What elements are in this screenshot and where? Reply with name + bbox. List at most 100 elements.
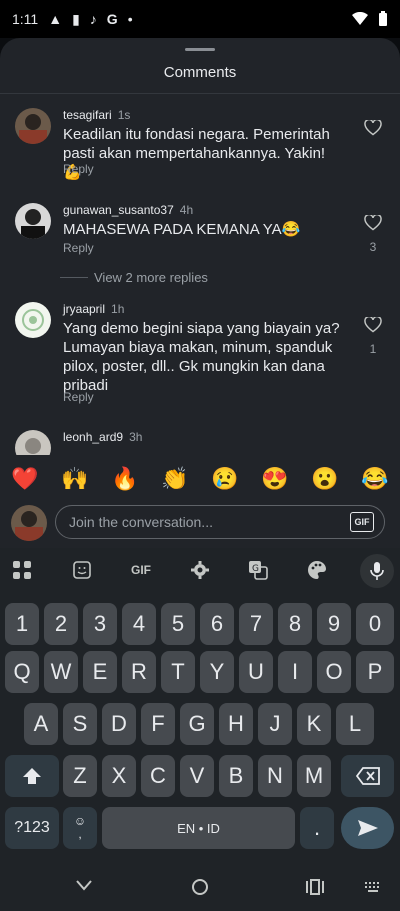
reply-button[interactable]: Reply bbox=[63, 162, 94, 176]
emoji-clap[interactable]: 👏 bbox=[161, 466, 188, 492]
keyboard: GIF G 1 2 3 4 5 6 7 8 9 0 Q W E R T Y U … bbox=[0, 548, 400, 911]
key-e[interactable]: E bbox=[83, 651, 117, 693]
user-avatar bbox=[11, 505, 47, 541]
emoji-cry[interactable]: 😢 bbox=[211, 466, 238, 492]
comment-username[interactable]: tesagifari bbox=[63, 108, 112, 122]
emoji-heart[interactable]: ❤️ bbox=[11, 466, 38, 492]
key-o[interactable]: O bbox=[317, 651, 351, 693]
home-icon[interactable] bbox=[191, 878, 209, 896]
comment-username[interactable]: leonh_ard9 bbox=[63, 430, 123, 444]
svg-text:G: G bbox=[252, 564, 259, 574]
sticker-icon[interactable] bbox=[70, 558, 94, 582]
status-time: 1:11 bbox=[12, 11, 39, 27]
key-m[interactable]: M bbox=[297, 755, 331, 797]
key-g[interactable]: G bbox=[180, 703, 214, 745]
backspace-icon bbox=[355, 767, 380, 785]
emoji-laugh[interactable]: 😂 bbox=[361, 466, 388, 492]
key-l[interactable]: L bbox=[336, 703, 374, 745]
shift-key[interactable] bbox=[5, 755, 59, 797]
key-7[interactable]: 7 bbox=[239, 603, 273, 645]
view-more-replies[interactable]: View 2 more replies bbox=[60, 270, 208, 285]
comment-username[interactable]: jryaapril bbox=[63, 302, 105, 316]
like-button[interactable] bbox=[362, 118, 384, 141]
emoji-comma-key[interactable]: ☺ , bbox=[63, 807, 97, 849]
recents-icon[interactable] bbox=[306, 879, 324, 895]
reply-button[interactable]: Reply bbox=[63, 390, 94, 404]
key-t[interactable]: T bbox=[161, 651, 195, 693]
emoji-raised-hands[interactable]: 🙌 bbox=[61, 466, 88, 492]
symbols-key[interactable]: ?123 bbox=[5, 807, 59, 849]
palette-icon[interactable] bbox=[305, 558, 329, 582]
replies-line bbox=[60, 277, 88, 278]
key-z[interactable]: Z bbox=[63, 755, 97, 797]
comment-username[interactable]: gunawan_susanto37 bbox=[63, 203, 174, 217]
key-v[interactable]: V bbox=[180, 755, 214, 797]
period-key[interactable]: . bbox=[300, 807, 334, 849]
key-u[interactable]: U bbox=[239, 651, 273, 693]
wifi-icon bbox=[352, 12, 368, 25]
status-bar: 1:11 ▲ ▮ ♪ G • bbox=[0, 0, 400, 38]
comment-time: 4h bbox=[179, 203, 194, 217]
gif-button[interactable]: GIF bbox=[350, 512, 374, 532]
key-5[interactable]: 5 bbox=[161, 603, 195, 645]
apps-grid-icon[interactable] bbox=[10, 558, 34, 582]
key-3[interactable]: 3 bbox=[83, 603, 117, 645]
key-8[interactable]: 8 bbox=[278, 603, 312, 645]
emoji-heart-eyes[interactable]: 😍 bbox=[261, 466, 288, 492]
key-w[interactable]: W bbox=[44, 651, 78, 693]
microphone-icon[interactable] bbox=[360, 554, 394, 588]
key-0[interactable]: 0 bbox=[356, 603, 394, 645]
key-c[interactable]: C bbox=[141, 755, 175, 797]
key-k[interactable]: K bbox=[297, 703, 331, 745]
key-2[interactable]: 2 bbox=[44, 603, 78, 645]
like-button[interactable]: 1 bbox=[362, 315, 384, 356]
shift-icon bbox=[23, 768, 41, 784]
key-n[interactable]: N bbox=[258, 755, 292, 797]
comment-time: 1s bbox=[117, 108, 131, 122]
key-h[interactable]: H bbox=[219, 703, 253, 745]
comment-time: 1h bbox=[111, 302, 125, 316]
navigation-bar bbox=[0, 862, 400, 911]
key-6[interactable]: 6 bbox=[200, 603, 234, 645]
view-more-replies-label: View 2 more replies bbox=[94, 270, 208, 285]
backspace-key[interactable] bbox=[341, 755, 394, 797]
key-r[interactable]: R bbox=[122, 651, 156, 693]
reply-button[interactable]: Reply bbox=[63, 241, 94, 255]
battery-icon bbox=[379, 11, 387, 26]
keyboard-switch-icon[interactable] bbox=[364, 881, 382, 893]
google-icon: G bbox=[106, 11, 118, 27]
key-d[interactable]: D bbox=[102, 703, 136, 745]
key-9[interactable]: 9 bbox=[317, 603, 351, 645]
key-1[interactable]: 1 bbox=[5, 603, 39, 645]
avatar[interactable] bbox=[15, 203, 51, 239]
avatar[interactable] bbox=[15, 108, 51, 144]
key-b[interactable]: B bbox=[219, 755, 253, 797]
key-i[interactable]: I bbox=[278, 651, 312, 693]
avatar[interactable] bbox=[15, 302, 51, 338]
comment-composer: Join the conversation... GIF bbox=[0, 498, 400, 548]
key-x[interactable]: X bbox=[102, 755, 136, 797]
drag-handle[interactable] bbox=[185, 48, 215, 51]
key-4[interactable]: 4 bbox=[122, 603, 156, 645]
key-f[interactable]: F bbox=[141, 703, 175, 745]
key-p[interactable]: P bbox=[356, 651, 394, 693]
send-key[interactable] bbox=[341, 807, 394, 849]
key-a[interactable]: A bbox=[24, 703, 58, 745]
space-key[interactable]: EN • ID bbox=[102, 807, 295, 849]
brave-icon: ▲ bbox=[48, 11, 63, 27]
emoji-fire[interactable]: 🔥 bbox=[111, 466, 138, 492]
notification-icon: ▮ bbox=[72, 10, 80, 27]
settings-icon[interactable] bbox=[188, 558, 212, 582]
key-q[interactable]: Q bbox=[5, 651, 39, 693]
more-notifications-icon: • bbox=[127, 11, 133, 27]
translate-icon[interactable]: G bbox=[246, 558, 270, 582]
key-s[interactable]: S bbox=[63, 703, 97, 745]
back-chevron-icon[interactable] bbox=[76, 879, 92, 891]
comment-input[interactable]: Join the conversation... GIF bbox=[55, 505, 385, 539]
like-button[interactable]: 3 bbox=[362, 213, 384, 254]
gif-toolbar-button[interactable]: GIF bbox=[126, 558, 156, 582]
key-j[interactable]: J bbox=[258, 703, 292, 745]
key-y[interactable]: Y bbox=[200, 651, 234, 693]
emoji-surprised[interactable]: 😮 bbox=[311, 466, 338, 492]
heart-icon bbox=[364, 118, 382, 136]
